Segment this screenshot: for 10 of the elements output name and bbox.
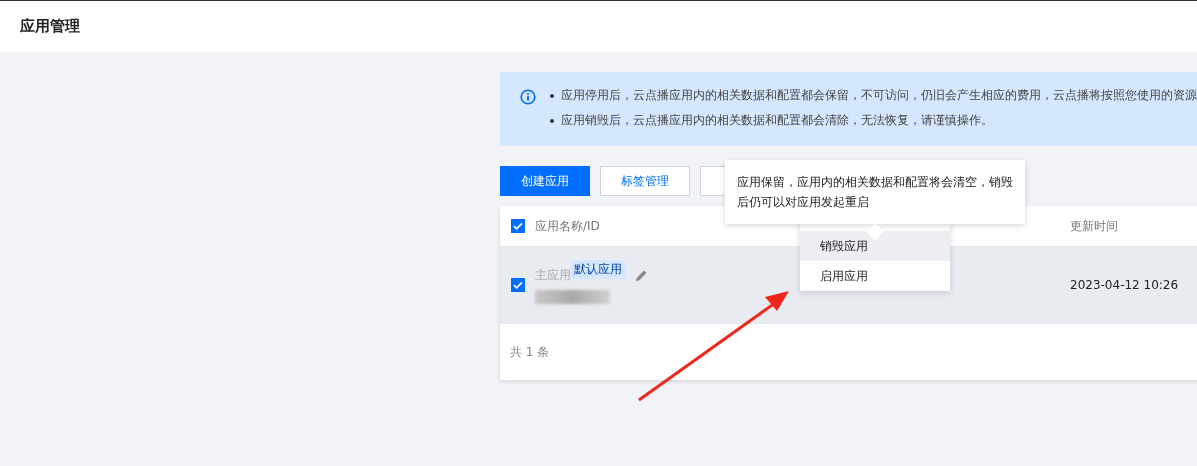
notice-text: 应用销毁后，云点播应用内的相关数据和配置都会清除，无法恢复，请谨慎操作。 <box>561 113 993 128</box>
total-count: 共 1 条 <box>510 343 550 361</box>
tooltip-text: 应用保留，应用内的相关数据和配置将会清空，销毁后仍可以对应用发起重启 <box>737 175 1013 209</box>
page-title: 应用管理 <box>20 17 80 36</box>
column-header: 更新时间 <box>1070 218 1118 233</box>
update-time: 2023-04-12 10:26 <box>1070 278 1179 292</box>
column-header: 应用名称/ID <box>535 217 600 235</box>
app-name: 主应用 <box>535 266 571 284</box>
notice-text: 应用停用后，云点播应用内的相关数据和配置都会保留，不可访问，仍旧会产生相应的费用，云点播将按照您使用的资源 <box>561 88 1197 103</box>
default-tag: 默认应用 <box>571 259 625 279</box>
